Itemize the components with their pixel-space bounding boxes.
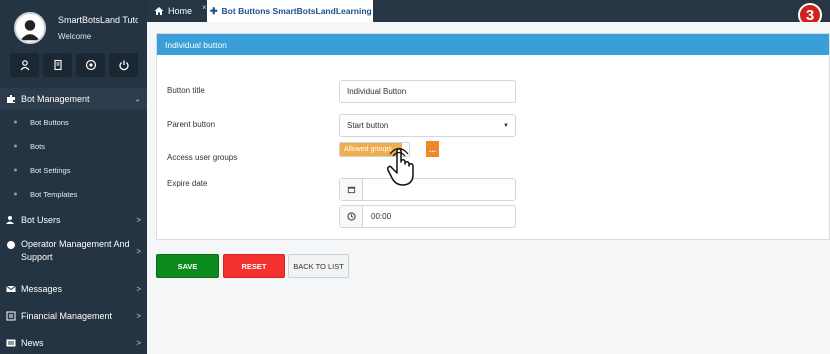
sidebar-item-bot-buttons[interactable]: Bot Buttons	[0, 110, 147, 134]
parent-button-value: Start button	[347, 121, 389, 130]
tab-home[interactable]: Home	[154, 0, 192, 22]
calendar-icon[interactable]	[340, 179, 363, 200]
nav-news-label: News	[21, 337, 44, 348]
nav-news[interactable]: News >	[0, 329, 147, 354]
nav-bot-users[interactable]: Bot Users >	[0, 206, 147, 233]
chevron-right-icon: >	[136, 284, 141, 293]
user-profile: SmartBotsLand Tutor Welcome	[0, 0, 147, 88]
wallet-icon	[6, 311, 16, 321]
parent-button-label: Parent button	[167, 120, 216, 129]
chevron-right-icon: >	[136, 311, 141, 320]
back-to-list-button[interactable]: BACK TO LIST	[288, 254, 349, 278]
nav-bot-management[interactable]: Bot Management ⌄	[0, 88, 147, 110]
nav-operator-management[interactable]: Operator Management And Support >	[0, 233, 147, 275]
nav-financial-management[interactable]: Financial Management >	[0, 302, 147, 329]
puzzle-icon	[6, 94, 16, 104]
button-form-card: Individual button Button title Individua…	[156, 33, 830, 240]
chevron-down-icon: ⌄	[134, 94, 141, 104]
sidebar-item-label: Bot Templates	[30, 189, 78, 199]
documents-button[interactable]	[43, 53, 72, 77]
sidebar-item-bots[interactable]: Bots	[0, 134, 147, 158]
caret-down-icon: ▼	[503, 122, 509, 129]
chevron-right-icon: >	[136, 215, 141, 224]
quick-actions	[10, 53, 138, 77]
nav-financial-label: Financial Management	[21, 310, 113, 321]
button-title-value: Individual Button	[347, 87, 407, 96]
access-groups-label: Access user groups	[167, 153, 238, 162]
avatar[interactable]	[14, 12, 46, 44]
tab-home-label: Home	[168, 6, 193, 16]
nav-messages[interactable]: Messages >	[0, 275, 147, 302]
main-content: Individual button Button title Individua…	[147, 22, 830, 354]
sidebar-item-label: Bot Settings	[30, 165, 71, 175]
help-button[interactable]	[76, 53, 105, 77]
button-title-input[interactable]: Individual Button	[339, 80, 516, 103]
sidebar: SmartBotsLand Tutor Welcome Bot Manageme…	[0, 0, 147, 354]
clock-icon[interactable]	[340, 206, 363, 227]
hand-pointer-icon	[387, 147, 414, 186]
document-icon	[53, 59, 62, 71]
sidebar-item-bot-templates[interactable]: Bot Templates	[0, 182, 147, 206]
user-icon	[20, 60, 29, 71]
nav-operator-label: Operator Management And Support	[21, 239, 130, 262]
expire-date-label: Expire date	[167, 179, 208, 188]
sidebar-item-bot-settings[interactable]: Bot Settings	[0, 158, 147, 182]
tab-bar: Home × ✚ Bot Buttons SmartBotsLandLearni…	[147, 0, 830, 27]
welcome-text: Welcome	[58, 32, 92, 41]
home-icon	[154, 7, 164, 15]
save-button[interactable]: SAVE	[156, 254, 219, 278]
help-icon	[85, 59, 96, 71]
power-icon	[118, 60, 129, 71]
envelope-icon	[6, 284, 16, 294]
puzzle-icon: ✚	[210, 5, 218, 16]
chevron-right-icon: >	[136, 247, 141, 256]
users-icon	[6, 215, 16, 225]
sidebar-item-label: Bot Buttons	[30, 117, 69, 127]
logout-button[interactable]	[109, 53, 138, 77]
groups-picker-button[interactable]: ...	[426, 141, 439, 157]
support-icon	[6, 240, 16, 250]
close-tab-icon[interactable]: ×	[202, 3, 207, 12]
button-title-label: Button title	[167, 86, 205, 95]
expire-time-input[interactable]: 00:00	[339, 205, 516, 228]
chevron-right-icon: >	[136, 338, 141, 347]
nav-messages-label: Messages	[21, 283, 63, 294]
tab-active-label: Bot Buttons SmartBotsLandLearning	[221, 6, 372, 16]
newspaper-icon	[6, 338, 16, 348]
reset-button[interactable]: RESET	[223, 254, 285, 278]
profile-button[interactable]	[10, 53, 39, 77]
username: SmartBotsLand Tutor	[58, 15, 138, 25]
sidebar-item-label: Bots	[30, 141, 46, 151]
expire-date-input[interactable]	[339, 178, 516, 201]
tab-bot-buttons[interactable]: ✚ Bot Buttons SmartBotsLandLearning	[207, 0, 373, 22]
card-header: Individual button	[157, 34, 829, 55]
parent-button-select[interactable]: Start button ▼	[339, 114, 516, 137]
nav-bot-management-label: Bot Management	[21, 94, 90, 104]
expire-time-value: 00:00	[371, 212, 392, 221]
nav-bot-users-label: Bot Users	[21, 214, 61, 225]
